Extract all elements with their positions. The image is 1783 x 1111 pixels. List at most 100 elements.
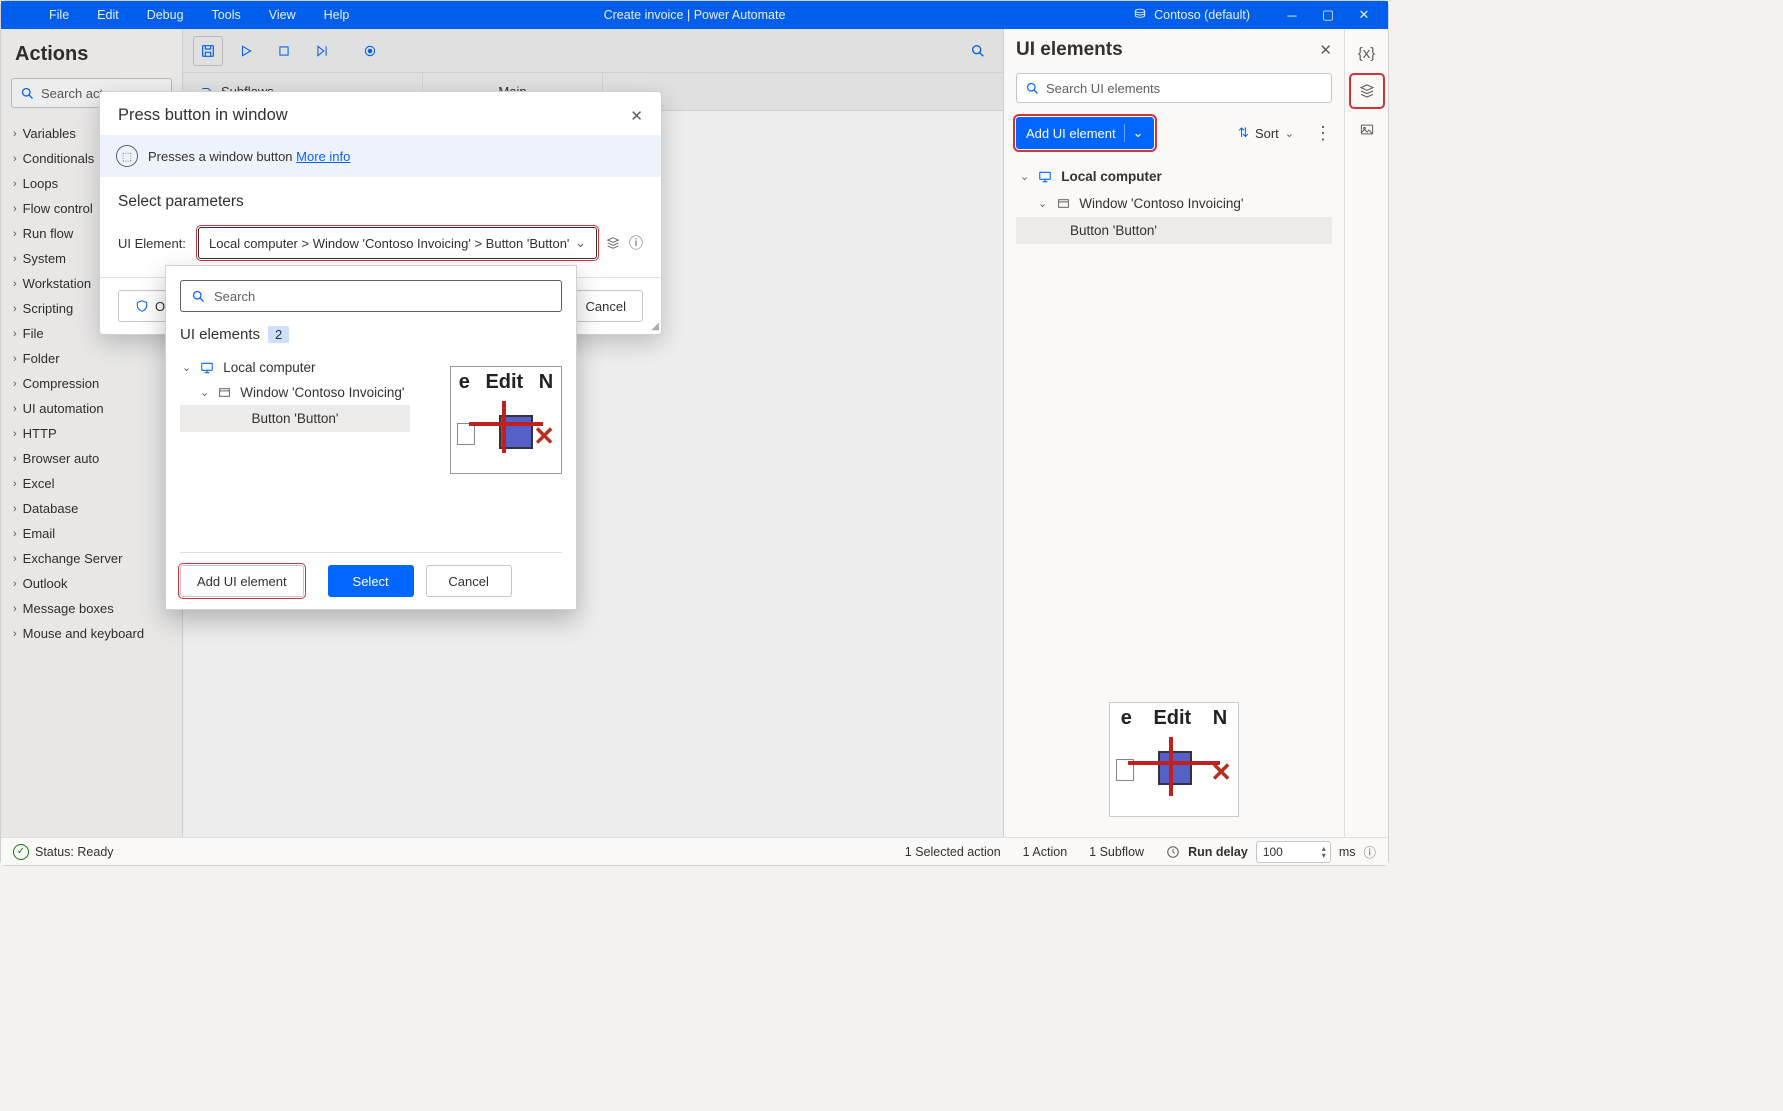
dialog-title: Press button in window (118, 106, 288, 125)
menu-view[interactable]: View (269, 8, 296, 22)
chevron-right-icon: › (13, 428, 17, 440)
close-button[interactable]: ✕ (1348, 5, 1380, 25)
maximize-button[interactable]: ▢ (1312, 5, 1344, 25)
info-icon[interactable]: ⓘ (629, 233, 643, 253)
add-ui-element-dropdown[interactable]: ⌄ (1124, 124, 1144, 142)
save-button[interactable] (193, 36, 223, 66)
chevron-right-icon: › (13, 303, 17, 315)
action-info-icon: ⬚ (116, 145, 138, 167)
ui-element-combobox[interactable]: Local computer > Window 'Contoso Invoici… (198, 227, 597, 259)
action-group[interactable]: ›Exchange Server (11, 547, 172, 570)
tree-node-button[interactable]: Button 'Button' (1016, 217, 1332, 244)
dialog-cancel-button[interactable]: Cancel (569, 290, 643, 322)
action-label: Email (23, 526, 56, 541)
info-icon[interactable]: ⓘ (1363, 842, 1376, 861)
action-label: Message boxes (23, 601, 114, 616)
chevron-right-icon: › (13, 228, 17, 240)
environment-picker[interactable]: Contoso (default) (1132, 8, 1250, 22)
run-button[interactable] (231, 36, 261, 66)
run-delay-label: Run delay (1188, 845, 1248, 859)
dropdown-node-window[interactable]: ⌄ Window 'Contoso Invoicing' (180, 380, 410, 405)
dropdown-preview: eEditN ✕ (450, 366, 562, 474)
action-group[interactable]: ›Message boxes (11, 597, 172, 620)
ui-elements-search[interactable]: Search UI elements (1016, 73, 1332, 103)
dropdown-add-ui-element-button[interactable]: Add UI element (180, 565, 304, 597)
action-label: Variables (23, 126, 76, 141)
images-rail-button[interactable] (1351, 113, 1383, 145)
chevron-right-icon: › (13, 403, 17, 415)
menu-edit[interactable]: Edit (97, 8, 119, 22)
action-group[interactable]: ›HTTP (11, 422, 172, 445)
menu-help[interactable]: Help (324, 8, 350, 22)
action-group[interactable]: › UI automation (11, 397, 172, 420)
environment-icon (1132, 8, 1148, 22)
chevron-right-icon: › (13, 128, 17, 140)
status-text: Status: Ready (35, 845, 114, 859)
right-rail: {x} (1344, 29, 1388, 837)
action-group[interactable]: ›Outlook (11, 572, 172, 595)
action-label: Run flow (23, 226, 74, 241)
ui-element-picker-button[interactable] (605, 236, 621, 250)
preview-text: N (1213, 707, 1227, 730)
dropdown-search[interactable]: Search (180, 280, 562, 312)
action-group[interactable]: ›Compression (11, 372, 172, 395)
action-group[interactable]: ›Database (11, 497, 172, 520)
more-options-button[interactable]: ⋮ (1314, 123, 1332, 144)
run-delay-input[interactable]: 100▴▾ (1256, 841, 1331, 863)
dropdown-node-button[interactable]: Button 'Button' (180, 405, 410, 432)
stop-button[interactable] (269, 36, 299, 66)
action-group[interactable]: ›Mouse and keyboard (11, 622, 172, 645)
chevron-right-icon: › (13, 178, 17, 190)
variables-rail-button[interactable]: {x} (1351, 37, 1383, 69)
search-icon (1025, 81, 1040, 96)
dropdown-cancel-button[interactable]: Cancel (426, 565, 512, 597)
chevron-down-icon: ⌄ (1285, 127, 1294, 140)
menu-file[interactable]: File (49, 8, 69, 22)
chevron-right-icon: › (13, 203, 17, 215)
dropdown-node-label: Button 'Button' (252, 411, 339, 426)
action-label: Scripting (23, 301, 74, 316)
action-group[interactable]: ›Excel (11, 472, 172, 495)
dropdown-heading: UI elements (180, 326, 260, 343)
clock-icon (1166, 845, 1180, 859)
close-pane-button[interactable]: ✕ (1319, 41, 1332, 59)
step-button[interactable] (307, 36, 337, 66)
action-group[interactable]: ›Email (11, 522, 172, 545)
chevron-right-icon: › (13, 553, 17, 565)
more-info-link[interactable]: More info (296, 149, 350, 164)
chevron-right-icon: › (13, 503, 17, 515)
ui-elements-rail-button[interactable] (1351, 75, 1383, 107)
action-label: System (23, 251, 66, 266)
preview-text: e (459, 371, 470, 394)
menu-debug[interactable]: Debug (147, 8, 184, 22)
action-label: Folder (23, 351, 60, 366)
search-flow-button[interactable] (963, 36, 993, 66)
status-ok-icon: ✓ (13, 844, 29, 860)
action-label: File (23, 326, 44, 341)
dropdown-select-button[interactable]: Select (328, 565, 414, 597)
record-button[interactable] (355, 36, 385, 66)
window-icon (1055, 197, 1071, 211)
add-ui-element-button[interactable]: Add UI element ⌄ (1016, 117, 1154, 149)
ui-element-value: Local computer > Window 'Contoso Invoici… (209, 236, 569, 251)
minimize-button[interactable]: ─ (1276, 5, 1308, 25)
action-label: UI automation (23, 401, 104, 416)
action-label: Conditionals (23, 151, 95, 166)
run-delay-unit: ms (1339, 845, 1356, 859)
dialog-close-button[interactable]: ✕ (630, 107, 643, 125)
action-label: Loops (23, 176, 58, 191)
status-bar: ✓Status: Ready 1 Selected action 1 Actio… (1, 837, 1388, 865)
tree-node-computer[interactable]: ⌄ Local computer (1016, 163, 1332, 190)
tree-node-window[interactable]: ⌄ Window 'Contoso Invoicing' (1016, 190, 1332, 217)
chevron-right-icon: › (13, 278, 17, 290)
stepper-arrows[interactable]: ▴▾ (1322, 845, 1326, 859)
sort-button[interactable]: ⇅ Sort ⌄ (1238, 125, 1294, 141)
sort-label: Sort (1255, 126, 1279, 141)
action-group[interactable]: ›Folder (11, 347, 172, 370)
menu-tools[interactable]: Tools (212, 8, 241, 22)
sort-icon: ⇅ (1238, 125, 1249, 141)
action-group[interactable]: ›Browser auto (11, 447, 172, 470)
search-icon (191, 289, 206, 304)
dropdown-node-computer[interactable]: ⌄ Local computer (180, 355, 410, 380)
resize-grip[interactable]: ◢ (651, 321, 659, 332)
